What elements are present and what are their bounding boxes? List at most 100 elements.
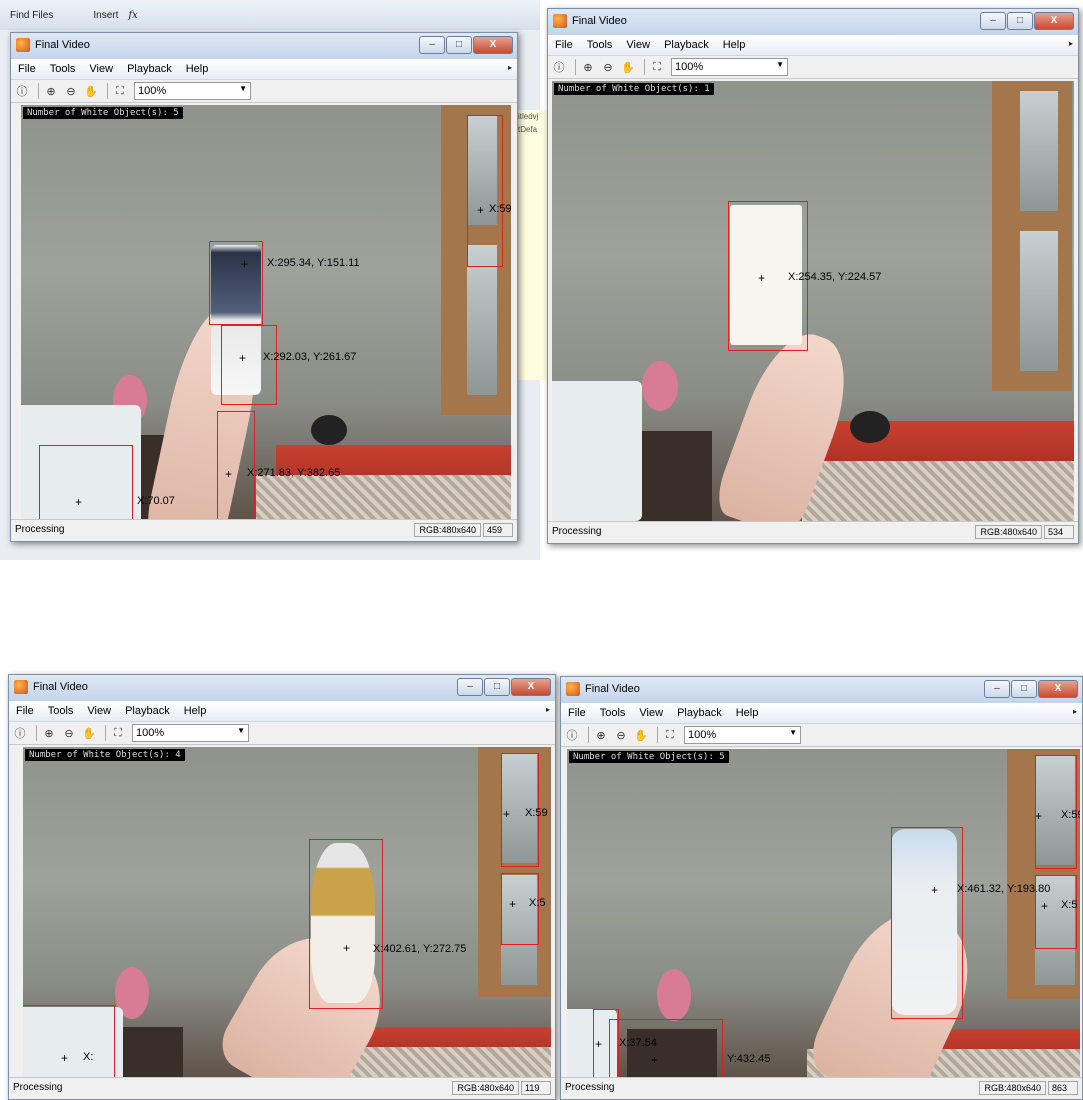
- fit-to-window-icon[interactable]: ⛶: [649, 59, 665, 75]
- zoom-in-icon[interactable]: ⊕: [41, 725, 57, 741]
- close-button[interactable]: X: [473, 36, 513, 54]
- status-text: Processing: [565, 1082, 615, 1093]
- plush-toy: [642, 361, 678, 411]
- matlab-icon: [14, 680, 28, 694]
- zoom-in-icon[interactable]: ⊕: [593, 727, 609, 743]
- info-icon[interactable]: ⓘ: [14, 83, 30, 99]
- menu-help[interactable]: Help: [729, 707, 766, 719]
- status-bar: Processing RGB:480x640 534: [548, 521, 1078, 543]
- menu-playback[interactable]: Playback: [118, 705, 177, 717]
- minimize-button[interactable]: –: [984, 680, 1010, 698]
- function-button[interactable]: fx: [128, 10, 137, 21]
- plush-toy: [657, 969, 691, 1021]
- zoom-select[interactable]: 100% ▼: [671, 58, 788, 76]
- close-button[interactable]: X: [1038, 680, 1078, 698]
- pan-hand-icon[interactable]: ✋: [620, 59, 636, 75]
- fit-to-window-icon[interactable]: ⛶: [112, 83, 128, 99]
- centroid-marker: +: [61, 1051, 69, 1065]
- zoom-in-icon[interactable]: ⊕: [43, 83, 59, 99]
- coordinate-label: X:402.61, Y:272.75: [373, 943, 467, 955]
- zoom-select[interactable]: 100% ▼: [134, 82, 251, 100]
- window-pane: [467, 245, 497, 395]
- centroid-marker: +: [651, 1053, 659, 1067]
- menu-file[interactable]: File: [11, 63, 43, 75]
- video-window-2[interactable]: Final Video – □ X File Tools View Playba…: [547, 8, 1079, 544]
- menu-view[interactable]: View: [632, 707, 670, 719]
- menu-file[interactable]: File: [548, 39, 580, 51]
- info-icon[interactable]: ⓘ: [564, 727, 580, 743]
- menu-tools[interactable]: Tools: [43, 63, 83, 75]
- centroid-marker: +: [503, 807, 511, 821]
- window-pane: [1020, 231, 1058, 371]
- menu-overflow-icon[interactable]: ▸: [1073, 707, 1077, 716]
- zoom-out-icon[interactable]: ⊖: [63, 83, 79, 99]
- minimize-button[interactable]: –: [457, 678, 483, 696]
- menu-view[interactable]: View: [80, 705, 118, 717]
- menu-tools[interactable]: Tools: [580, 39, 620, 51]
- zoom-value: 100%: [688, 729, 717, 741]
- coordinate-label: X:295.34, Y:151.11: [267, 257, 360, 269]
- title-bar[interactable]: Final Video – □ X: [548, 9, 1078, 35]
- info-icon[interactable]: ⓘ: [12, 725, 28, 741]
- zoom-out-icon[interactable]: ⊖: [613, 727, 629, 743]
- coordinate-label: X:5: [1061, 899, 1078, 911]
- minimize-button[interactable]: –: [419, 36, 445, 54]
- zoom-out-icon[interactable]: ⊖: [600, 59, 616, 75]
- status-text: Processing: [13, 1082, 63, 1093]
- insert-button[interactable]: Insert: [93, 10, 118, 21]
- find-files-button[interactable]: Find Files: [10, 10, 53, 21]
- coordinate-label: X:59: [1061, 809, 1080, 821]
- menu-overflow-icon[interactable]: ▸: [1069, 39, 1073, 48]
- zoom-in-icon[interactable]: ⊕: [580, 59, 596, 75]
- menu-file[interactable]: File: [9, 705, 41, 717]
- title-bar[interactable]: Final Video – □ X: [9, 675, 555, 701]
- pan-hand-icon[interactable]: ✋: [633, 727, 649, 743]
- menu-overflow-icon[interactable]: ▸: [546, 705, 550, 714]
- menu-file[interactable]: File: [561, 707, 593, 719]
- info-icon[interactable]: ⓘ: [551, 59, 567, 75]
- zoom-out-icon[interactable]: ⊖: [61, 725, 77, 741]
- centroid-marker: +: [1035, 809, 1043, 823]
- maximize-button[interactable]: □: [446, 36, 472, 54]
- maximize-button[interactable]: □: [1007, 12, 1033, 30]
- minimize-button[interactable]: –: [980, 12, 1006, 30]
- video-window-4[interactable]: Final Video – □ X File Tools View Playba…: [560, 676, 1083, 1100]
- window-title: Final Video: [585, 683, 640, 695]
- fit-to-window-icon[interactable]: ⛶: [110, 725, 126, 741]
- menu-overflow-icon[interactable]: ▸: [508, 63, 512, 72]
- dropdown-arrow-icon: ▼: [789, 728, 797, 737]
- centroid-marker: +: [241, 257, 249, 271]
- video-window-1[interactable]: Final Video – □ X File Tools View Playba…: [10, 32, 518, 542]
- title-bar[interactable]: Final Video – □ X: [561, 677, 1082, 703]
- pan-hand-icon[interactable]: ✋: [83, 83, 99, 99]
- image-dimensions: RGB:480x640: [452, 1081, 519, 1095]
- video-window-3[interactable]: Final Video – □ X File Tools View Playba…: [8, 674, 556, 1100]
- menu-view[interactable]: View: [619, 39, 657, 51]
- menu-tools[interactable]: Tools: [593, 707, 633, 719]
- centroid-marker: +: [931, 883, 939, 897]
- menu-tools[interactable]: Tools: [41, 705, 81, 717]
- maximize-button[interactable]: □: [1011, 680, 1037, 698]
- close-button[interactable]: X: [1034, 12, 1074, 30]
- editor-text: tDefa: [518, 125, 538, 134]
- menu-view[interactable]: View: [82, 63, 120, 75]
- menu-playback[interactable]: Playback: [657, 39, 716, 51]
- close-button[interactable]: X: [511, 678, 551, 696]
- bounding-box: [23, 1005, 115, 1077]
- fit-to-window-icon[interactable]: ⛶: [662, 727, 678, 743]
- centroid-marker: +: [477, 203, 485, 217]
- menu-playback[interactable]: Playback: [120, 63, 179, 75]
- coordinate-label: X:59: [525, 807, 548, 819]
- menu-help[interactable]: Help: [716, 39, 753, 51]
- menu-help[interactable]: Help: [179, 63, 216, 75]
- pan-hand-icon[interactable]: ✋: [81, 725, 97, 741]
- zoom-select[interactable]: 100% ▼: [684, 726, 801, 744]
- title-bar[interactable]: Final Video – □ X: [11, 33, 517, 59]
- menu-help[interactable]: Help: [177, 705, 214, 717]
- frame-number: 459: [483, 523, 513, 537]
- menu-playback[interactable]: Playback: [670, 707, 729, 719]
- maximize-button[interactable]: □: [484, 678, 510, 696]
- window-pane: [1020, 91, 1058, 211]
- centroid-marker: +: [343, 941, 351, 955]
- zoom-select[interactable]: 100% ▼: [132, 724, 249, 742]
